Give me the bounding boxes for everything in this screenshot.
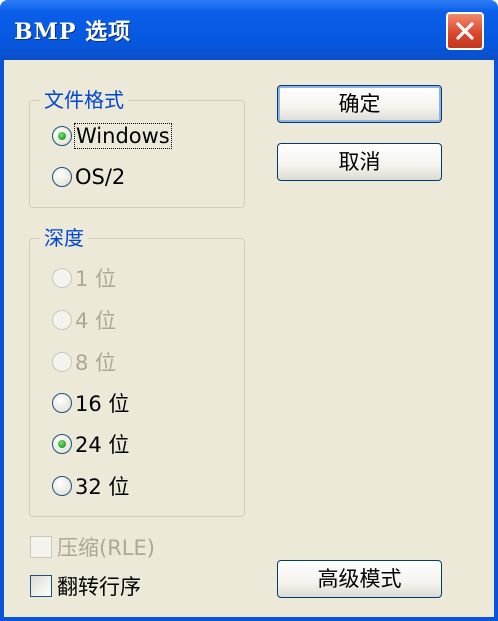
radio-windows-button[interactable] [52,126,72,146]
window-title: BMP 选项 [14,19,132,45]
radio-windows-label: Windows [74,123,172,149]
radio-16bit[interactable]: 16 位 [52,388,129,418]
compress-rle-box[interactable] [30,536,52,558]
flip-rows-box[interactable] [30,575,52,597]
advanced-mode-button[interactable]: 高级模式 [277,560,442,598]
radio-16bit-label: 16 位 [75,392,130,416]
close-icon [456,22,474,40]
radio-1bit-label: 1 位 [75,267,117,291]
radio-24bit[interactable]: 24 位 [52,429,129,459]
radio-8bit-button[interactable] [52,352,72,372]
compress-rle-checkbox[interactable]: 压缩(RLE) [30,532,155,562]
radio-1bit-button[interactable] [52,268,72,288]
depth-group-title: 深度 [40,225,88,251]
radio-os2[interactable]: OS/2 [52,162,125,192]
radio-32bit-label: 32 位 [75,475,130,499]
file-format-group-title: 文件格式 [40,87,128,113]
radio-4bit[interactable]: 4 位 [52,305,116,335]
radio-24bit-button[interactable] [52,434,72,454]
radio-32bit[interactable]: 32 位 [52,471,129,501]
cancel-button[interactable]: 取消 [277,143,442,181]
radio-os2-button[interactable] [52,167,72,187]
title-bar[interactable]: BMP 选项 [0,0,498,60]
radio-8bit[interactable]: 8 位 [52,347,116,377]
radio-8bit-label: 8 位 [75,351,117,375]
dialog-client-area: 文件格式 Windows OS/2 深度 1 位 4 位 8 位 16 位 24… [4,60,494,617]
radio-4bit-button[interactable] [52,310,72,330]
compress-rle-label: 压缩(RLE) [57,536,155,560]
radio-windows[interactable]: Windows [52,121,172,151]
radio-16bit-button[interactable] [52,393,72,413]
radio-4bit-label: 4 位 [75,309,117,333]
dialog-window: BMP 选项 文件格式 Windows OS/2 深度 1 位 4 位 8 位 … [0,0,498,621]
radio-1bit[interactable]: 1 位 [52,263,116,293]
close-button[interactable] [446,12,484,50]
flip-rows-label: 翻转行序 [57,575,141,599]
radio-32bit-button[interactable] [52,476,72,496]
ok-button[interactable]: 确定 [277,85,442,123]
flip-rows-checkbox[interactable]: 翻转行序 [30,571,141,601]
radio-os2-label: OS/2 [75,165,126,189]
radio-24bit-label: 24 位 [75,433,130,457]
